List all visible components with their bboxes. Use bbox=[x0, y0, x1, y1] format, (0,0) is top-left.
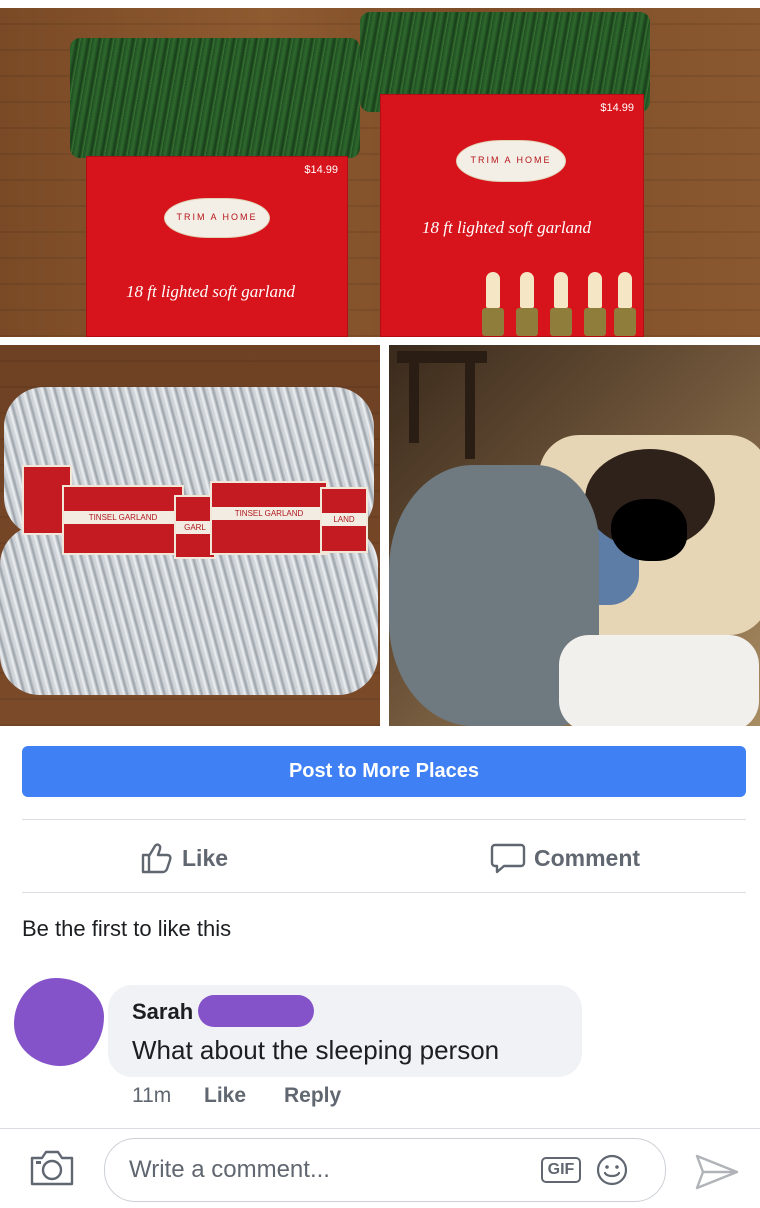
brand-badge: TRIM A HOME bbox=[164, 198, 270, 238]
sheet bbox=[559, 635, 759, 726]
gif-button[interactable]: GIF bbox=[541, 1157, 581, 1183]
brand-label: TRIM A HOME bbox=[176, 212, 258, 222]
chair bbox=[397, 351, 487, 363]
emoji-button[interactable] bbox=[595, 1153, 629, 1192]
likes-summary: Be the first to like this bbox=[22, 916, 232, 941]
camera-button[interactable] bbox=[28, 1148, 76, 1193]
photo-tinsel-garlands[interactable]: TINSEL GARLAND GARL TINSEL GARLAND LAND bbox=[0, 345, 380, 726]
comment-author[interactable]: Sarah bbox=[132, 999, 193, 1025]
chair-leg bbox=[409, 363, 419, 443]
box-price: $14.99 bbox=[304, 164, 338, 176]
comment-reply-link[interactable]: Reply bbox=[284, 1084, 341, 1108]
bulb bbox=[520, 272, 534, 308]
garland-box-left: $14.99 TRIM A HOME 18 ft lighted soft ga… bbox=[86, 156, 348, 337]
bulb bbox=[588, 272, 602, 308]
bulb bbox=[554, 272, 568, 308]
name-redaction bbox=[198, 995, 314, 1027]
camera-icon bbox=[30, 1150, 74, 1186]
comment-timestamp[interactable]: 11m bbox=[132, 1084, 171, 1108]
box-title: 18 ft lighted soft garland bbox=[422, 218, 592, 237]
divider bbox=[22, 892, 746, 893]
post-photo-collage[interactable]: $14.99 TRIM A HOME 18 ft lighted soft ga… bbox=[0, 0, 760, 728]
comment-input[interactable] bbox=[127, 1152, 531, 1188]
post-to-more-places-button[interactable]: Post to More Places bbox=[22, 746, 746, 797]
brand-label: TRIM A HOME bbox=[470, 155, 552, 165]
face-redaction bbox=[611, 499, 687, 561]
like-label: Like bbox=[182, 844, 229, 871]
avatar[interactable] bbox=[14, 978, 104, 1066]
emoji-icon bbox=[596, 1154, 628, 1186]
bulb-base bbox=[516, 308, 538, 336]
tag-label: GARL bbox=[176, 521, 214, 534]
photo-garland-boxes[interactable]: $14.99 TRIM A HOME 18 ft lighted soft ga… bbox=[0, 8, 760, 337]
send-button[interactable] bbox=[694, 1152, 740, 1197]
comment-bubble: Sarah What about the sleeping person bbox=[108, 985, 582, 1077]
comment-bubble-icon bbox=[490, 843, 526, 874]
box-title: 18 ft lighted soft garland bbox=[126, 282, 296, 301]
comment-like-link[interactable]: Like bbox=[204, 1084, 246, 1108]
tag-label: TINSEL GARLAND bbox=[212, 507, 326, 520]
bulb-base bbox=[550, 308, 572, 336]
bulb bbox=[486, 272, 500, 308]
comment-label: Comment bbox=[534, 844, 641, 871]
bulb-base bbox=[584, 308, 606, 336]
tag-label: LAND bbox=[322, 513, 366, 526]
divider bbox=[22, 819, 746, 820]
garland-left bbox=[70, 38, 360, 158]
comment-button[interactable]: Comment bbox=[490, 838, 640, 878]
bulb bbox=[618, 272, 632, 308]
send-icon bbox=[695, 1154, 739, 1190]
thumbs-up-icon bbox=[141, 843, 172, 874]
product-tag: TINSEL GARLAND bbox=[62, 485, 184, 555]
chair-leg bbox=[465, 363, 475, 459]
product-tag: TINSEL GARLAND bbox=[210, 481, 328, 555]
comment-composer[interactable]: GIF bbox=[104, 1138, 666, 1202]
bulb-base bbox=[482, 308, 504, 336]
tag-label: TINSEL GARLAND bbox=[64, 511, 182, 524]
brand-badge: TRIM A HOME bbox=[456, 140, 566, 182]
garland-box-right: $14.99 TRIM A HOME 18 ft lighted soft ga… bbox=[380, 94, 644, 337]
box-price: $14.99 bbox=[600, 102, 634, 114]
photo-sleeping-person[interactable] bbox=[389, 345, 760, 726]
product-tag: LAND bbox=[320, 487, 368, 553]
comment-text: What about the sleeping person bbox=[132, 1035, 500, 1065]
divider bbox=[0, 1128, 760, 1129]
like-button[interactable]: Like bbox=[140, 838, 228, 878]
bulb-base bbox=[614, 308, 636, 336]
